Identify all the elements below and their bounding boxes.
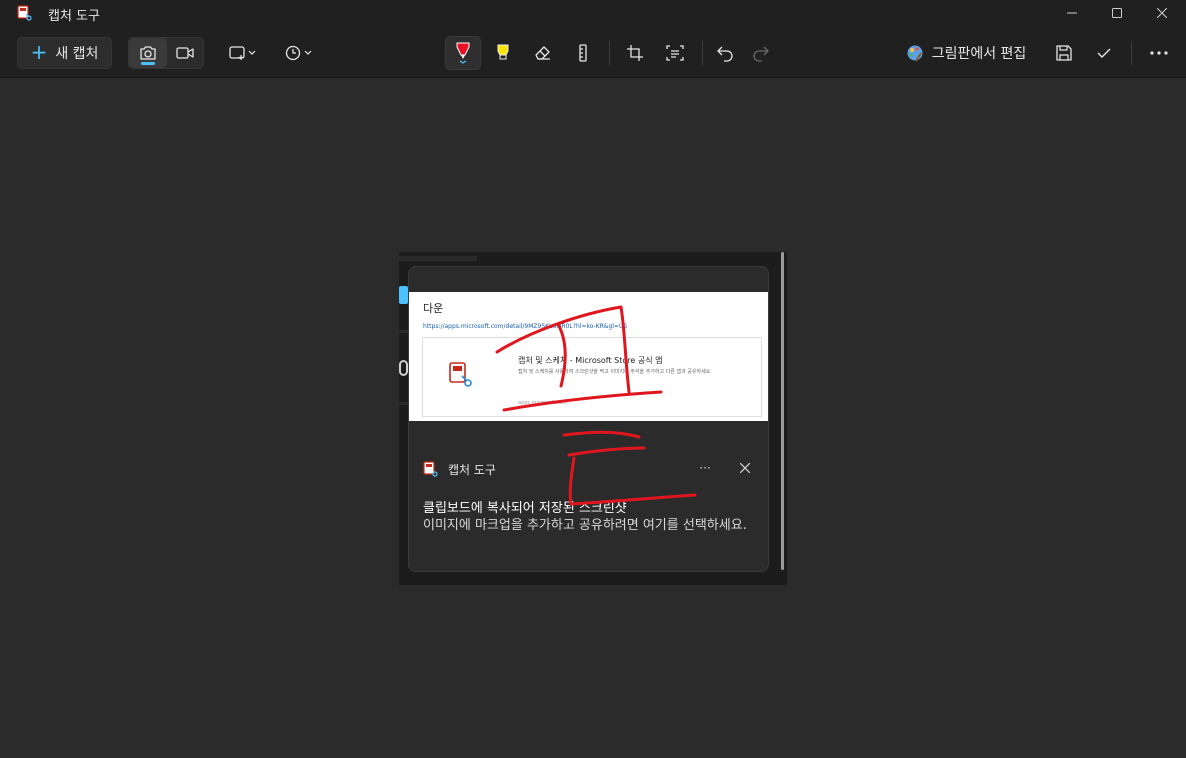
notification-toast: 다운 https://apps.microsoft.com/detail/9MZ… (408, 266, 769, 572)
clock-icon (285, 45, 312, 61)
redo-icon (753, 46, 769, 62)
paint-app-icon (907, 45, 923, 62)
snipping-tool-app-icon (17, 5, 33, 21)
checkmark-icon (1097, 48, 1111, 58)
undo-icon (717, 46, 733, 62)
preview-link-card: 캡처 및 스케치 - Microsoft Store 공식 앱 캡처 및 스케치… (422, 337, 762, 417)
crop-icon (627, 45, 643, 61)
background-scrollbar (781, 252, 784, 570)
close-icon (740, 463, 750, 473)
rectangle-snip-icon (229, 46, 256, 60)
notification-preview-image: 다운 https://apps.microsoft.com/detail/9MZ… (409, 292, 768, 421)
pen-icon (456, 42, 470, 64)
new-capture-label: 새 캡처 (55, 46, 99, 62)
preview-page-title: 다운 (423, 302, 444, 315)
notification-more-button[interactable]: ··· (694, 457, 716, 479)
screenshot-mode-button[interactable] (129, 38, 167, 68)
background-blue-element (399, 286, 408, 304)
background-strip (399, 256, 477, 261)
video-icon (176, 47, 194, 59)
preview-url: https://apps.microsoft.com/detail/9MZ95K… (423, 323, 628, 330)
save-icon (1056, 45, 1072, 61)
redo-button[interactable] (743, 36, 779, 70)
snip-shape-dropdown[interactable] (222, 37, 264, 69)
preview-card-title: 캡처 및 스케치 - Microsoft Store 공식 앱 (518, 356, 663, 365)
ruler-button[interactable] (565, 36, 601, 70)
close-button[interactable] (1139, 0, 1185, 26)
highlighter-button[interactable] (485, 36, 521, 70)
highlighter-icon (497, 44, 509, 60)
preview-card-description: 캡처 및 스케치를 사용하여 스크린샷을 찍고 이미지에 주석을 추가하고 다른… (518, 369, 712, 375)
plus-icon: + (30, 40, 48, 64)
text-actions-icon (666, 45, 684, 61)
captured-screenshot[interactable]: 다운 https://apps.microsoft.com/detail/9MZ… (399, 252, 787, 585)
notification-heading: 클립보드에 복사되어 저장된 스크린샷 (423, 501, 627, 516)
new-capture-button[interactable]: + 새 캡처 (17, 37, 112, 69)
capture-mode-toggle (128, 37, 204, 69)
eraser-icon (535, 46, 550, 60)
window-title: 캡처 도구 (48, 9, 100, 24)
text-actions-button[interactable] (657, 36, 693, 70)
snipping-tool-app-icon (423, 461, 439, 477)
minimize-button[interactable] (1049, 0, 1095, 26)
toolbar-separator (1131, 41, 1132, 65)
maximize-icon (1112, 8, 1122, 18)
delay-dropdown[interactable] (278, 37, 320, 69)
camera-icon (140, 46, 156, 60)
toolbar-separator (702, 41, 703, 65)
save-button[interactable] (1046, 36, 1082, 70)
notification-header: 캡처 도구 ··· (409, 457, 768, 481)
notification-body: 이미지에 마크업을 추가하고 공유하려면 여기를 선택하세요. (423, 518, 747, 533)
background-toggle (399, 360, 408, 376)
toolbar-separator (609, 41, 610, 65)
minimize-icon (1067, 12, 1077, 14)
active-mode-indicator (141, 62, 155, 65)
edit-in-paint-button[interactable]: 그림판에서 편집 (896, 36, 1036, 70)
undo-button[interactable] (707, 36, 743, 70)
notification-app-name: 캡처 도구 (448, 463, 496, 477)
edit-in-paint-label: 그림판에서 편집 (931, 46, 1027, 62)
title-bar: 캡처 도구 (0, 0, 1186, 26)
preview-card-domain: apps.microsoft.com (518, 400, 568, 406)
ruler-icon (579, 44, 587, 62)
notification-close-button[interactable] (734, 457, 756, 479)
ballpoint-pen-button[interactable] (445, 36, 481, 70)
crop-button[interactable] (617, 36, 653, 70)
more-options-button[interactable] (1141, 36, 1177, 70)
eraser-button[interactable] (525, 36, 561, 70)
more-icon (1150, 51, 1168, 55)
record-mode-button[interactable] (167, 38, 203, 68)
maximize-button[interactable] (1094, 0, 1140, 26)
copy-button[interactable] (1086, 36, 1122, 70)
snipping-tool-app-icon (448, 361, 474, 389)
close-icon (1157, 8, 1167, 18)
toolbar: + 새 캡처 그림판에서 편집 (0, 26, 1186, 78)
